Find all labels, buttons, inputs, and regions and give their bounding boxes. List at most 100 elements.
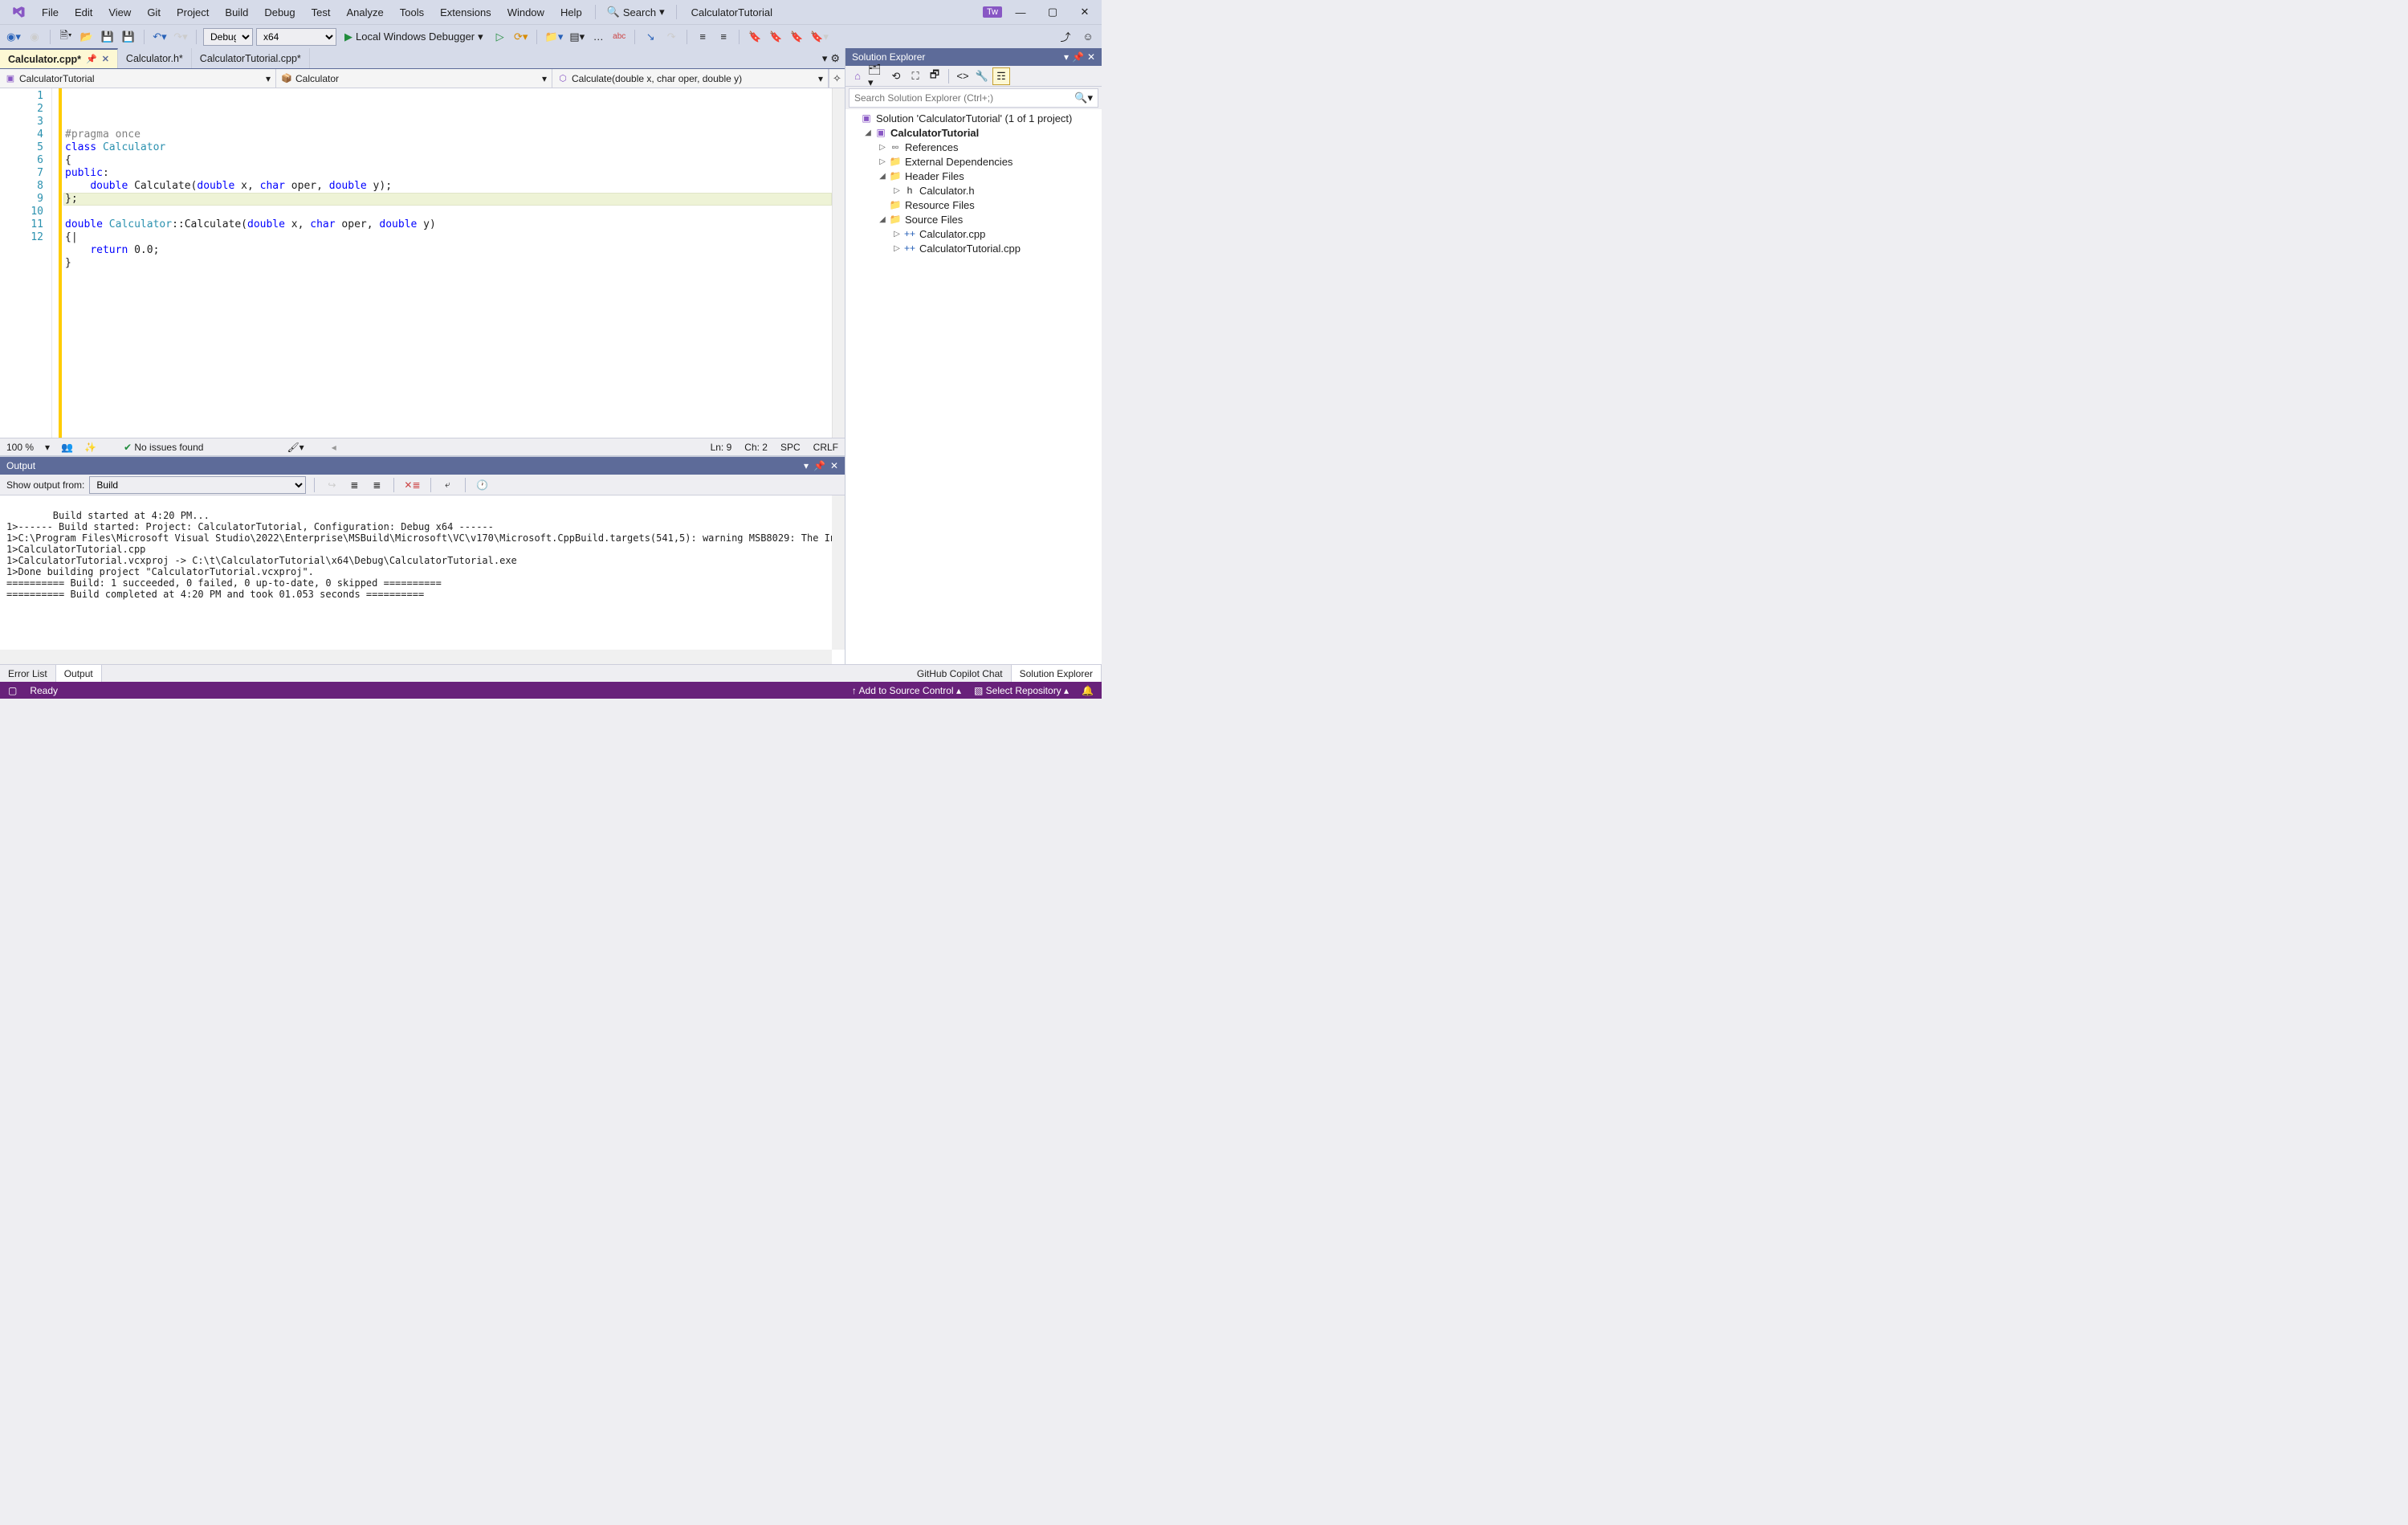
nav-class[interactable]: 📦 Calculator ▾: [276, 69, 552, 88]
code-area[interactable]: #pragma once class Calculator { public: …: [62, 88, 832, 438]
output-source-select[interactable]: Build: [89, 476, 306, 494]
save-all-icon[interactable]: 💾: [120, 28, 137, 46]
bookmark-icon[interactable]: 🔖: [746, 28, 764, 46]
prev-message-icon[interactable]: ≣: [345, 476, 363, 494]
menu-extensions[interactable]: Extensions: [432, 3, 499, 22]
new-item-icon[interactable]: 📁▾: [544, 28, 565, 46]
menu-debug[interactable]: Debug: [256, 3, 303, 22]
expand-icon[interactable]: ◢: [863, 128, 873, 137]
menu-project[interactable]: Project: [169, 3, 217, 22]
editor-scrollbar[interactable]: [832, 88, 845, 438]
nav-member[interactable]: ⬡ Calculate(double x, char oper, double …: [552, 69, 829, 88]
properties-icon[interactable]: …: [589, 28, 607, 46]
panel-pin-icon[interactable]: 📌: [1072, 51, 1084, 63]
config-select[interactable]: Debug: [203, 28, 253, 46]
maximize-button[interactable]: ▢: [1039, 2, 1066, 22]
menu-window[interactable]: Window: [499, 3, 552, 22]
tree-external[interactable]: ▷ 📁 External Dependencies: [845, 154, 1102, 169]
menu-view[interactable]: View: [100, 3, 139, 22]
zoom-dropdown-icon[interactable]: ▾: [45, 442, 50, 453]
account-badge-icon[interactable]: Tw: [983, 6, 1002, 18]
live-share-icon[interactable]: ⤴: [1057, 28, 1074, 46]
notifications-icon[interactable]: 🔔: [1082, 685, 1094, 696]
tab-settings-icon[interactable]: ⚙: [830, 52, 840, 65]
expand-icon[interactable]: ▷: [878, 143, 887, 152]
menu-git[interactable]: Git: [139, 3, 169, 22]
btab-error-list[interactable]: Error List: [0, 665, 56, 682]
tree-project[interactable]: ◢ ▣ CalculatorTutorial: [845, 125, 1102, 140]
nav-plus-icon[interactable]: ✧: [829, 69, 845, 88]
menu-test[interactable]: Test: [304, 3, 339, 22]
tree-calculator-h[interactable]: ▷ h Calculator.h: [845, 183, 1102, 198]
nav-scope[interactable]: ▣ CalculatorTutorial ▾: [0, 69, 276, 88]
tree-header-files[interactable]: ◢ 📁 Header Files: [845, 169, 1102, 183]
expand-icon[interactable]: ▷: [892, 186, 902, 195]
se-refresh-icon[interactable]: 🗗: [926, 67, 943, 85]
panel-pin-icon[interactable]: 📌: [813, 460, 825, 471]
panel-close-icon[interactable]: ✕: [830, 460, 838, 471]
select-repo-button[interactable]: ▧ Select Repository ▴: [974, 685, 1069, 696]
se-search[interactable]: 🔍▾: [849, 88, 1098, 108]
show-all-icon[interactable]: ▤▾: [568, 28, 586, 46]
editor[interactable]: 123456789101112 #pragma once class Calcu…: [0, 88, 845, 438]
tree-source-files[interactable]: ◢ 📁 Source Files: [845, 212, 1102, 226]
save-icon[interactable]: 💾: [99, 28, 116, 46]
expand-icon[interactable]: ▷: [892, 230, 902, 239]
btab-output[interactable]: Output: [56, 665, 102, 682]
menu-analyze[interactable]: Analyze: [338, 3, 391, 22]
abc-icon[interactable]: abc: [610, 28, 628, 46]
expand-icon[interactable]: ▷: [892, 244, 902, 253]
se-preview-icon[interactable]: ☶: [992, 67, 1010, 85]
open-folder-icon[interactable]: 📂: [78, 28, 96, 46]
close-tab-icon[interactable]: ✕: [102, 54, 109, 64]
clear-all-icon[interactable]: ✕≣: [402, 476, 422, 494]
back-nav-icon[interactable]: ◉▾: [5, 28, 22, 46]
indent-icon[interactable]: ≡: [715, 28, 732, 46]
platform-select[interactable]: x64: [256, 28, 336, 46]
se-code-icon[interactable]: <>: [954, 67, 972, 85]
step-into-icon[interactable]: ↘: [642, 28, 659, 46]
pin-icon[interactable]: 📌: [86, 54, 97, 64]
new-project-icon[interactable]: 🗎▾: [57, 28, 75, 46]
next-message-icon[interactable]: ≣: [368, 476, 385, 494]
tab-dropdown-icon[interactable]: ▾: [822, 52, 828, 65]
se-sync-icon[interactable]: ⛶: [907, 67, 924, 85]
tree-references[interactable]: ▷ ▫▫ References: [845, 140, 1102, 154]
output-body[interactable]: Build started at 4:20 PM... 1>------ Bui…: [0, 495, 845, 664]
panel-dropdown-icon[interactable]: ▾: [804, 460, 809, 471]
expand-icon[interactable]: ▷: [878, 157, 887, 166]
output-scrollbar-h[interactable]: [0, 650, 832, 664]
expand-icon[interactable]: ◢: [878, 215, 887, 224]
feedback-icon[interactable]: ☺: [1079, 28, 1097, 46]
prev-bookmark-icon[interactable]: 🔖: [767, 28, 784, 46]
forward-nav-icon[interactable]: ◉: [26, 28, 43, 46]
se-search-input[interactable]: [854, 92, 1074, 104]
copilot-icon[interactable]: 👥: [61, 442, 73, 453]
tree-resource-files[interactable]: 📁 Resource Files: [845, 198, 1102, 212]
menu-edit[interactable]: Edit: [67, 3, 100, 22]
close-button[interactable]: ✕: [1071, 2, 1098, 22]
zoom-level[interactable]: 100 %: [6, 442, 34, 453]
intellicode-icon[interactable]: ✨: [84, 442, 96, 453]
tree-tutorial-cpp[interactable]: ▷ ++ CalculatorTutorial.cpp: [845, 241, 1102, 255]
panel-close-icon[interactable]: ✕: [1087, 51, 1095, 63]
next-bookmark-icon[interactable]: 🔖: [788, 28, 805, 46]
se-props-icon[interactable]: 🔧: [973, 67, 991, 85]
start-no-debug-icon[interactable]: ▷: [491, 28, 509, 46]
tree-calculator-cpp[interactable]: ▷ ++ Calculator.cpp: [845, 226, 1102, 241]
se-home-icon[interactable]: ⌂: [849, 67, 866, 85]
menu-tools[interactable]: Tools: [392, 3, 432, 22]
clear-bookmarks-icon[interactable]: 🔖▾: [809, 28, 830, 46]
outdent-icon[interactable]: ≡: [694, 28, 711, 46]
menu-help[interactable]: Help: [552, 3, 590, 22]
output-scrollbar-v[interactable]: [832, 495, 845, 650]
output-small-icon[interactable]: ▢: [8, 685, 17, 696]
panel-dropdown-icon[interactable]: ▾: [1064, 51, 1069, 63]
search-box[interactable]: 🔍 Search ▾: [601, 4, 671, 20]
btab-copilot[interactable]: GitHub Copilot Chat: [909, 665, 1012, 682]
toggle-wrap-icon[interactable]: ⤶: [439, 476, 457, 494]
se-switch-icon[interactable]: 🗂▾: [868, 67, 886, 85]
start-debugging-button[interactable]: ▶ Local Windows Debugger ▾: [340, 31, 488, 43]
btab-solution-explorer[interactable]: Solution Explorer: [1012, 665, 1102, 682]
menu-file[interactable]: File: [34, 3, 67, 22]
